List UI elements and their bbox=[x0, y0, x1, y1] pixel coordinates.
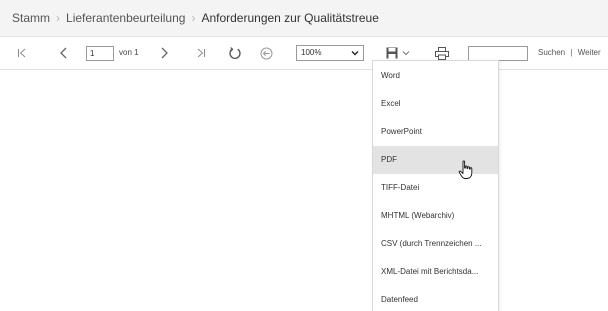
menu-item-pdf[interactable]: PDF bbox=[373, 146, 498, 174]
menu-item-mhtml[interactable]: MHTML (Webarchiv) bbox=[373, 202, 498, 230]
next-page-button[interactable] bbox=[156, 37, 172, 69]
search-separator: | bbox=[570, 48, 573, 57]
next-result-button[interactable]: Weiter bbox=[578, 48, 601, 57]
printer-icon bbox=[435, 46, 449, 60]
back-button[interactable] bbox=[257, 37, 275, 69]
refresh-icon bbox=[229, 47, 241, 59]
breadcrumb-item-stamm[interactable]: Stamm bbox=[12, 11, 50, 25]
breadcrumb-separator: › bbox=[191, 11, 196, 25]
chevron-down-icon bbox=[351, 51, 359, 56]
page-number-input[interactable]: 1 bbox=[86, 46, 114, 61]
menu-item-csv[interactable]: CSV (durch Trennzeichen ... bbox=[373, 230, 498, 258]
next-page-icon bbox=[161, 47, 168, 59]
prev-page-button[interactable] bbox=[56, 37, 72, 69]
breadcrumb-item-current: Anforderungen zur Qualitätstreue bbox=[201, 11, 379, 25]
menu-item-datenfeed[interactable]: Datenfeed bbox=[373, 286, 498, 311]
chevron-down-icon bbox=[402, 51, 410, 56]
refresh-button[interactable] bbox=[226, 37, 244, 69]
breadcrumb-item-lieferantenbeurteilung[interactable]: Lieferantenbeurteilung bbox=[66, 11, 185, 25]
menu-item-excel[interactable]: Excel bbox=[373, 90, 498, 118]
breadcrumb-separator: › bbox=[56, 11, 61, 25]
back-icon bbox=[260, 47, 272, 59]
last-page-icon bbox=[197, 48, 205, 58]
menu-item-xml[interactable]: XML-Datei mit Berichtsda... bbox=[373, 258, 498, 286]
hand-pointer-icon bbox=[458, 160, 473, 179]
zoom-value: 100% bbox=[301, 48, 322, 57]
export-menu: Word Excel PowerPoint PDF TIFF-Datei MHT… bbox=[372, 60, 499, 311]
last-page-button[interactable] bbox=[193, 37, 209, 69]
search-links: Suchen | Weiter bbox=[538, 37, 601, 69]
search-input[interactable] bbox=[468, 46, 528, 61]
menu-item-powerpoint[interactable]: PowerPoint bbox=[373, 118, 498, 146]
page-count-label: von 1 bbox=[119, 48, 139, 57]
zoom-select[interactable]: 100% bbox=[296, 45, 364, 61]
first-page-icon bbox=[18, 48, 26, 58]
menu-item-word[interactable]: Word bbox=[373, 62, 498, 90]
save-disk-icon bbox=[386, 47, 398, 59]
prev-page-icon bbox=[60, 47, 67, 59]
breadcrumb: Stamm › Lieferantenbeurteilung › Anforde… bbox=[0, 0, 608, 37]
report-toolbar: 1 von 1 100% Suchen | Weiter bbox=[0, 37, 608, 70]
first-page-button[interactable] bbox=[14, 37, 30, 69]
search-button[interactable]: Suchen bbox=[538, 48, 565, 57]
menu-item-tiff[interactable]: TIFF-Datei bbox=[373, 174, 498, 202]
